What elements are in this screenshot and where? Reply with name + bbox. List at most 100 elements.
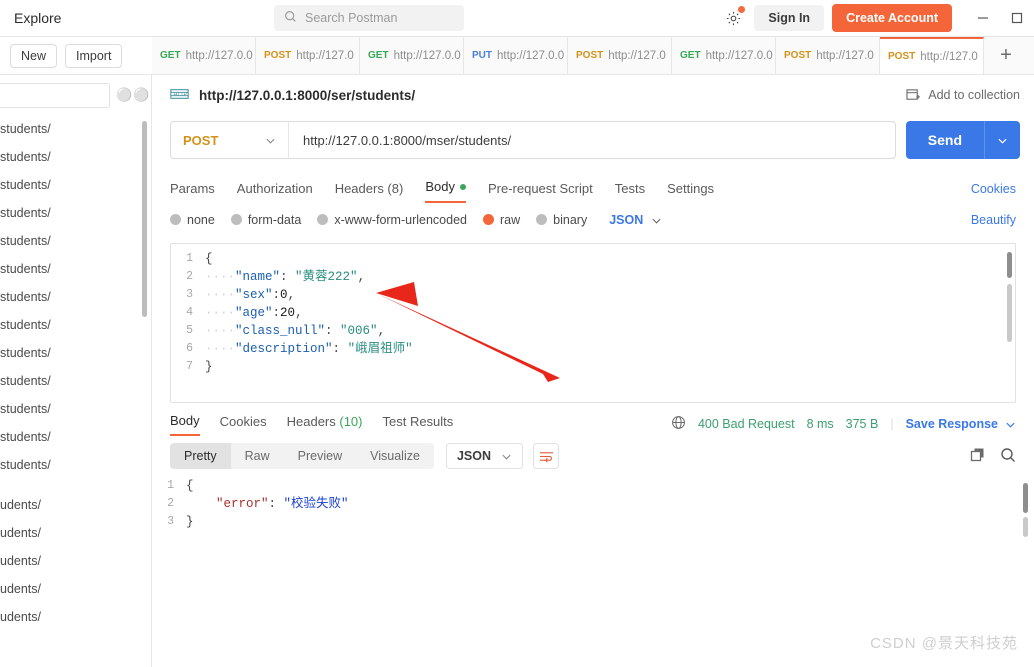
sidebar-item-16[interactable]: udents/ [0, 575, 151, 603]
request-tab-body[interactable]: Body [425, 179, 466, 203]
code-token: "age" [235, 306, 273, 320]
request-code-line: ····"age":20, [205, 304, 995, 322]
save-response-button[interactable]: Save Response [906, 417, 1016, 431]
request-body-code[interactable]: {····"name": "黄蓉222", ····"sex":0, ····"ag… [205, 250, 995, 376]
sign-in-button[interactable]: Sign In [754, 5, 825, 31]
radio-icon [230, 214, 242, 225]
response-tab-body[interactable]: Body [170, 413, 200, 436]
search-icon[interactable] [1000, 447, 1016, 466]
request-tab-6[interactable]: POST http://127.0 [776, 37, 880, 74]
beautify-button[interactable]: Beautify [971, 213, 1016, 227]
response-body-editor[interactable]: 1 2 3 { "error": "校验失败"} [152, 475, 1034, 595]
response-line-number: 1 [167, 479, 174, 492]
send-options-chevron[interactable] [984, 121, 1020, 159]
sidebar-item-4[interactable]: students/ [0, 227, 151, 255]
sidebar-item-10[interactable]: students/ [0, 395, 151, 423]
tab-method: POST [888, 51, 916, 62]
new-tab-button[interactable]: + [984, 37, 1028, 74]
sidebar-item-1[interactable]: students/ [0, 143, 151, 171]
request-tab-pre-request-script[interactable]: Pre-request Script [488, 181, 593, 203]
sidebar-item-3[interactable]: students/ [0, 199, 151, 227]
add-to-collection-button[interactable]: Add to collection [906, 88, 1020, 102]
sidebar-item-7[interactable]: students/ [0, 311, 151, 339]
sidebar-item-12[interactable]: students/ [0, 451, 151, 479]
request-tab-3[interactable]: PUT http://127.0.0 [464, 37, 568, 74]
import-button[interactable]: Import [65, 43, 123, 68]
response-line-number: 2 [167, 497, 174, 510]
response-format-selector[interactable]: JSON [445, 443, 523, 469]
code-token: : [332, 342, 348, 356]
view-mode-preview[interactable]: Preview [284, 443, 356, 469]
code-token: , [357, 270, 366, 284]
tab-url: http://127.0 [816, 49, 874, 62]
body-type-label: raw [500, 213, 521, 227]
view-mode-pretty[interactable]: Pretty [170, 443, 231, 469]
body-type-none[interactable]: none [170, 213, 215, 227]
request-pane: HTTP http://127.0.0.1:8000/ser/students/… [152, 75, 1034, 667]
maximize-button[interactable] [1000, 0, 1034, 37]
copy-icon[interactable] [970, 447, 986, 466]
response-code-line: } [186, 513, 1014, 531]
sidebar-item-11[interactable]: students/ [0, 423, 151, 451]
response-tab-cookies[interactable]: Cookies [220, 414, 267, 435]
response-tab-headers[interactable]: Headers (10) [287, 414, 363, 435]
cookies-link[interactable]: Cookies [971, 182, 1016, 196]
explore-button[interactable]: Explore [0, 10, 262, 26]
request-tab-settings[interactable]: Settings [667, 181, 714, 203]
request-tab-2[interactable]: GET http://127.0.0 [360, 37, 464, 74]
request-tab-5[interactable]: GET http://127.0.0 [672, 37, 776, 74]
body-type-binary[interactable]: binary [536, 213, 587, 227]
settings-button[interactable] [720, 5, 746, 31]
wrap-lines-button[interactable] [533, 443, 559, 469]
code-token: ···· [205, 306, 236, 320]
request-editor-scrolltrack[interactable] [1007, 284, 1012, 342]
minimize-button[interactable] [966, 0, 1000, 37]
body-type-x-www-form-urlencoded[interactable]: x-www-form-urlencoded [317, 213, 467, 227]
url-input[interactable]: http://127.0.0.1:8000/mser/students/ [289, 133, 511, 148]
new-button[interactable]: New [10, 43, 58, 68]
sidebar-item-9[interactable]: students/ [0, 367, 151, 395]
more-options-icon[interactable]: ⚪⚪⚪ [116, 87, 151, 103]
sidebar-item-2[interactable]: students/ [0, 171, 151, 199]
response-editor-scrollbar[interactable] [1023, 483, 1028, 513]
request-tab-tests[interactable]: Tests [615, 181, 645, 203]
request-tab-1[interactable]: POST http://127.0 [256, 37, 360, 74]
sidebar-item-13[interactable]: udents/ [0, 491, 151, 519]
url-field[interactable]: POST http://127.0.0.1:8000/mser/students… [170, 121, 896, 159]
sidebar-item-8[interactable]: students/ [0, 339, 151, 367]
request-tab-params[interactable]: Params [170, 181, 215, 203]
send-button[interactable]: Send [905, 121, 1020, 159]
response-tab-test-results[interactable]: Test Results [382, 414, 453, 435]
body-format-selector[interactable]: JSON [609, 213, 662, 227]
search-input[interactable]: Search Postman [274, 5, 464, 31]
request-tab-authorization[interactable]: Authorization [237, 181, 313, 203]
request-editor-scrollbar[interactable] [1007, 252, 1012, 278]
response-editor-scrolltrack[interactable] [1023, 517, 1028, 537]
sidebar-item-0[interactable]: students/ [0, 115, 151, 143]
body-type-form-data[interactable]: form-data [230, 213, 301, 227]
create-account-button[interactable]: Create Account [832, 4, 952, 32]
request-tab-0[interactable]: GET http://127.0.0 [152, 37, 256, 74]
tab-label: Body [170, 412, 200, 428]
request-tab-headers[interactable]: Headers (8) [335, 181, 404, 203]
sidebar-filter-input[interactable] [0, 82, 110, 108]
request-body-editor[interactable]: 1234567 {····"name": "黄蓉222", ····"sex":0… [170, 243, 1016, 403]
sidebar-item-14[interactable]: udents/ [0, 519, 151, 547]
sidebar-scrollbar[interactable] [142, 121, 147, 317]
view-mode-raw[interactable]: Raw [231, 443, 284, 469]
request-line-numbers: 1 2 3 4 5 6 7 [171, 244, 199, 402]
request-line-number: 3 [186, 288, 193, 301]
code-token: , [287, 288, 296, 302]
method-label: POST [183, 132, 219, 148]
sidebar-item-17[interactable]: udents/ [0, 603, 151, 631]
code-token: { [205, 252, 213, 266]
request-tab-4[interactable]: POST http://127.0 [568, 37, 672, 74]
sidebar-item-15[interactable]: udents/ [0, 547, 151, 575]
view-mode-visualize[interactable]: Visualize [356, 443, 434, 469]
body-type-raw[interactable]: raw [483, 213, 520, 227]
sidebar-item-5[interactable]: students/ [0, 255, 151, 283]
code-token: ···· [205, 288, 236, 302]
sidebar-item-6[interactable]: students/ [0, 283, 151, 311]
request-tab-7[interactable]: POST http://127.0 [880, 37, 984, 74]
method-selector[interactable]: POST [171, 122, 289, 158]
